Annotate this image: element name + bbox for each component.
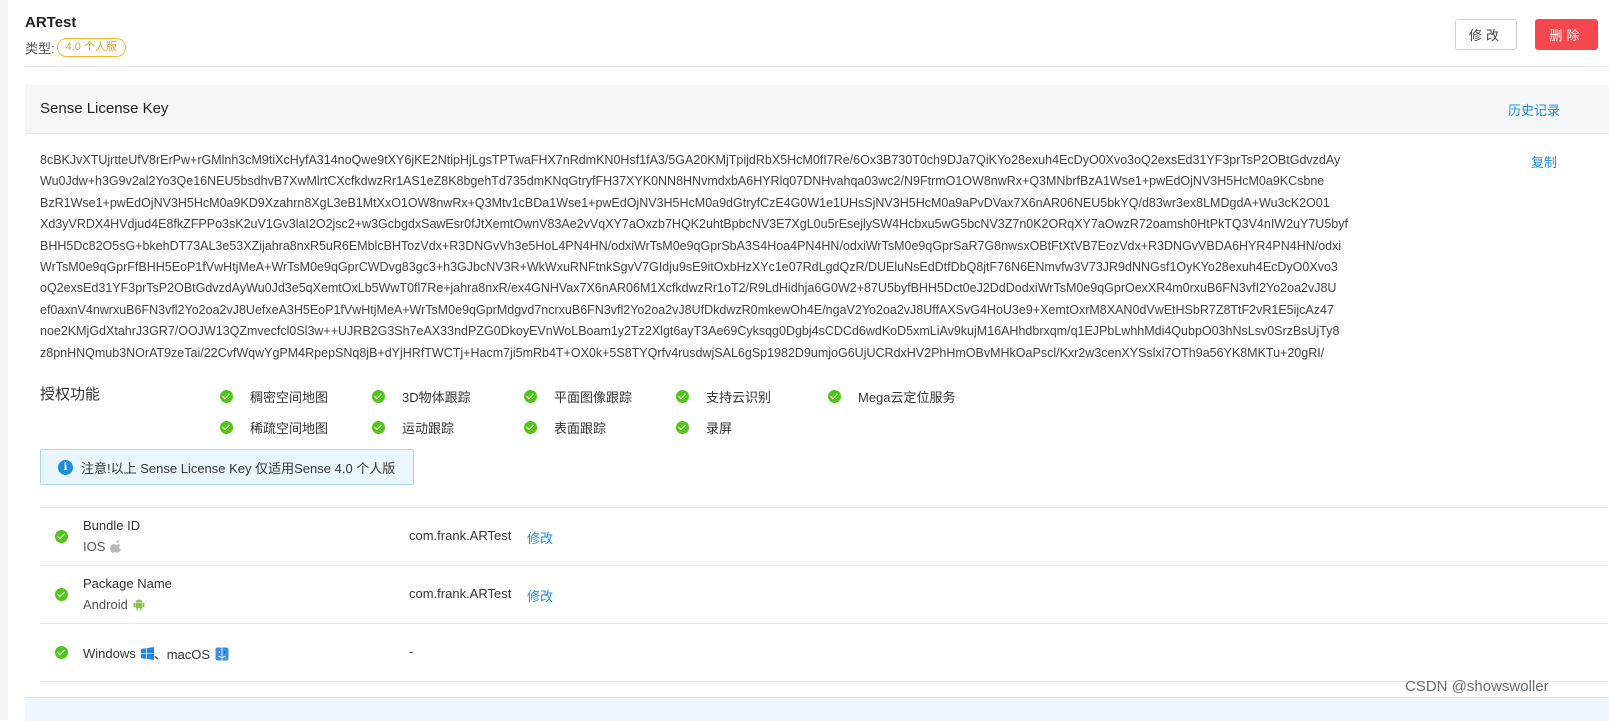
feature-item: 稠密空间地图 xyxy=(220,387,328,406)
check-circle-icon xyxy=(828,390,841,403)
android-icon xyxy=(133,599,145,611)
bundle-id-value: com.frank.ARTest xyxy=(409,528,512,543)
os-label: IOS xyxy=(83,539,106,554)
check-circle-icon xyxy=(55,588,68,601)
check-circle-icon xyxy=(372,421,385,434)
feature-label: 运动跟踪 xyxy=(402,421,455,436)
apple-icon xyxy=(110,540,122,553)
check-circle-icon xyxy=(524,421,537,434)
platform-name: Package Name xyxy=(83,576,172,591)
key-line: WrTsM0e9qGprFfBHH5EoP1fVwHtjMeA+WrTsM0e9… xyxy=(40,260,1338,275)
feature-item: 3D物体跟踪 xyxy=(372,387,471,406)
feature-item: 支持云识别 xyxy=(676,387,771,406)
type-label: 类型: xyxy=(25,41,55,56)
key-line: 8cBKJvXTUjrtteUfV8rErPw+rGMlnh3cM9tiXcHy… xyxy=(40,153,1341,167)
os-label: 、macOS xyxy=(153,647,211,662)
copy-link[interactable]: 复制 xyxy=(1531,152,1557,171)
windows-icon xyxy=(140,647,154,660)
check-circle-icon xyxy=(55,530,68,543)
key-line: BzR1Wse1+pwEdOjNV3H5HcM0a9KD9Xzahrn8XgL3… xyxy=(40,195,1330,210)
os-label: Android xyxy=(83,597,128,612)
platform-row-ios: Bundle ID IOS com.frank.ARTest 修改 xyxy=(40,508,1608,565)
platform-name: Bundle ID xyxy=(83,518,141,533)
feature-label: 表面跟踪 xyxy=(554,421,607,436)
check-circle-icon xyxy=(55,646,68,659)
finder-icon xyxy=(215,647,229,660)
check-circle-icon xyxy=(220,421,233,434)
key-line: oQ2exsEd31YF3prTsP2OBtGdvzdAyWu0Jd3e5qXe… xyxy=(40,281,1337,296)
platform-os: IOS xyxy=(83,539,122,554)
feature-label: 录屏 xyxy=(706,421,733,436)
platform-os: Windows 、macOS xyxy=(83,644,229,663)
next-section-header xyxy=(25,697,1609,721)
feature-label: 稀疏空间地图 xyxy=(250,421,329,436)
header-divider xyxy=(25,66,1609,67)
key-line: noe2KMjGdXtahrJ3GR7/OOJW13QZmvecfcl0Sl3w… xyxy=(40,324,1340,339)
app-detail-page: ARTest 类型: 4.0 个人版 修改 删除 Sense License K… xyxy=(24,0,1609,721)
history-link[interactable]: 历史记录 xyxy=(1508,100,1560,119)
feature-label: 稠密空间地图 xyxy=(250,390,329,405)
csdn-watermark: CSDN @showswoller xyxy=(1405,678,1549,695)
os-label: Windows xyxy=(83,646,136,661)
check-circle-icon xyxy=(676,390,689,403)
feature-item: 平面图像跟踪 xyxy=(524,387,632,406)
notice-banner: i 注意!以上 Sense License Key 仅适用Sense 4.0 个… xyxy=(40,449,414,485)
notice-text: 注意!以上 Sense License Key 仅适用Sense 4.0 个人版 xyxy=(81,460,396,476)
feature-label: 平面图像跟踪 xyxy=(554,390,633,405)
platform-os: Android xyxy=(83,597,145,612)
license-key-text: 8cBKJvXTUjrtteUfV8rErPw+rGMlnh3cM9tiXcHy… xyxy=(40,150,1422,364)
check-circle-icon xyxy=(676,421,689,434)
key-line: z8pnHNQmub3NOrAT9zeTai/22CvfWqwYgPM4Rpep… xyxy=(40,345,1325,360)
left-rail xyxy=(0,0,8,720)
section-title: Sense License Key xyxy=(40,100,169,117)
app-type-row: 类型: 4.0 个人版 xyxy=(25,38,126,57)
key-line: BHH5Dc82O5sG+bkehDT73AL3e53XZijahra8nxR5… xyxy=(40,238,1342,253)
check-circle-icon xyxy=(220,390,233,403)
license-section-header: Sense License Key 历史记录 xyxy=(25,85,1609,134)
delete-button[interactable]: 删除 xyxy=(1535,19,1598,50)
platform-row-android: Package Name Android com.frank.ARTest 修改 xyxy=(40,566,1608,623)
app-title: ARTest xyxy=(25,14,77,31)
type-badge: 4.0 个人版 xyxy=(56,38,126,57)
feature-item: Mega云定位服务 xyxy=(828,387,956,406)
key-line: Xd3yVRDX4HVdjud4E8fkZFPPo3sK2uV1Gv3laI2O… xyxy=(40,217,1348,232)
desktop-value: - xyxy=(409,644,414,659)
feature-item: 运动跟踪 xyxy=(372,418,454,437)
check-circle-icon xyxy=(372,390,385,403)
feature-label: 支持云识别 xyxy=(706,390,772,405)
feature-label: Mega云定位服务 xyxy=(858,390,956,405)
info-icon: i xyxy=(58,459,73,475)
feature-item: 录屏 xyxy=(676,418,732,437)
edit-bundle-id-link[interactable]: 修改 xyxy=(527,528,553,547)
check-circle-icon xyxy=(524,390,537,403)
platform-row-desktop: Windows 、macOS - xyxy=(40,624,1608,681)
edit-package-name-link[interactable]: 修改 xyxy=(527,586,553,605)
features-label: 授权功能 xyxy=(40,386,101,403)
edit-button[interactable]: 修改 xyxy=(1455,19,1517,50)
feature-label: 3D物体跟踪 xyxy=(402,390,471,405)
key-line: ef0axnV4nwrxuB6FN3vfl2Yo2oa2vJ8UefxeA3H5… xyxy=(40,302,1334,317)
key-line: Wu0Jdw+h3G9v2al2Yo3Qe16NEU5bsdhvB7XwMlrt… xyxy=(40,174,1325,189)
feature-item: 稀疏空间地图 xyxy=(220,418,328,437)
feature-item: 表面跟踪 xyxy=(524,418,606,437)
row-divider xyxy=(40,681,1608,682)
package-name-value: com.frank.ARTest xyxy=(409,586,512,601)
